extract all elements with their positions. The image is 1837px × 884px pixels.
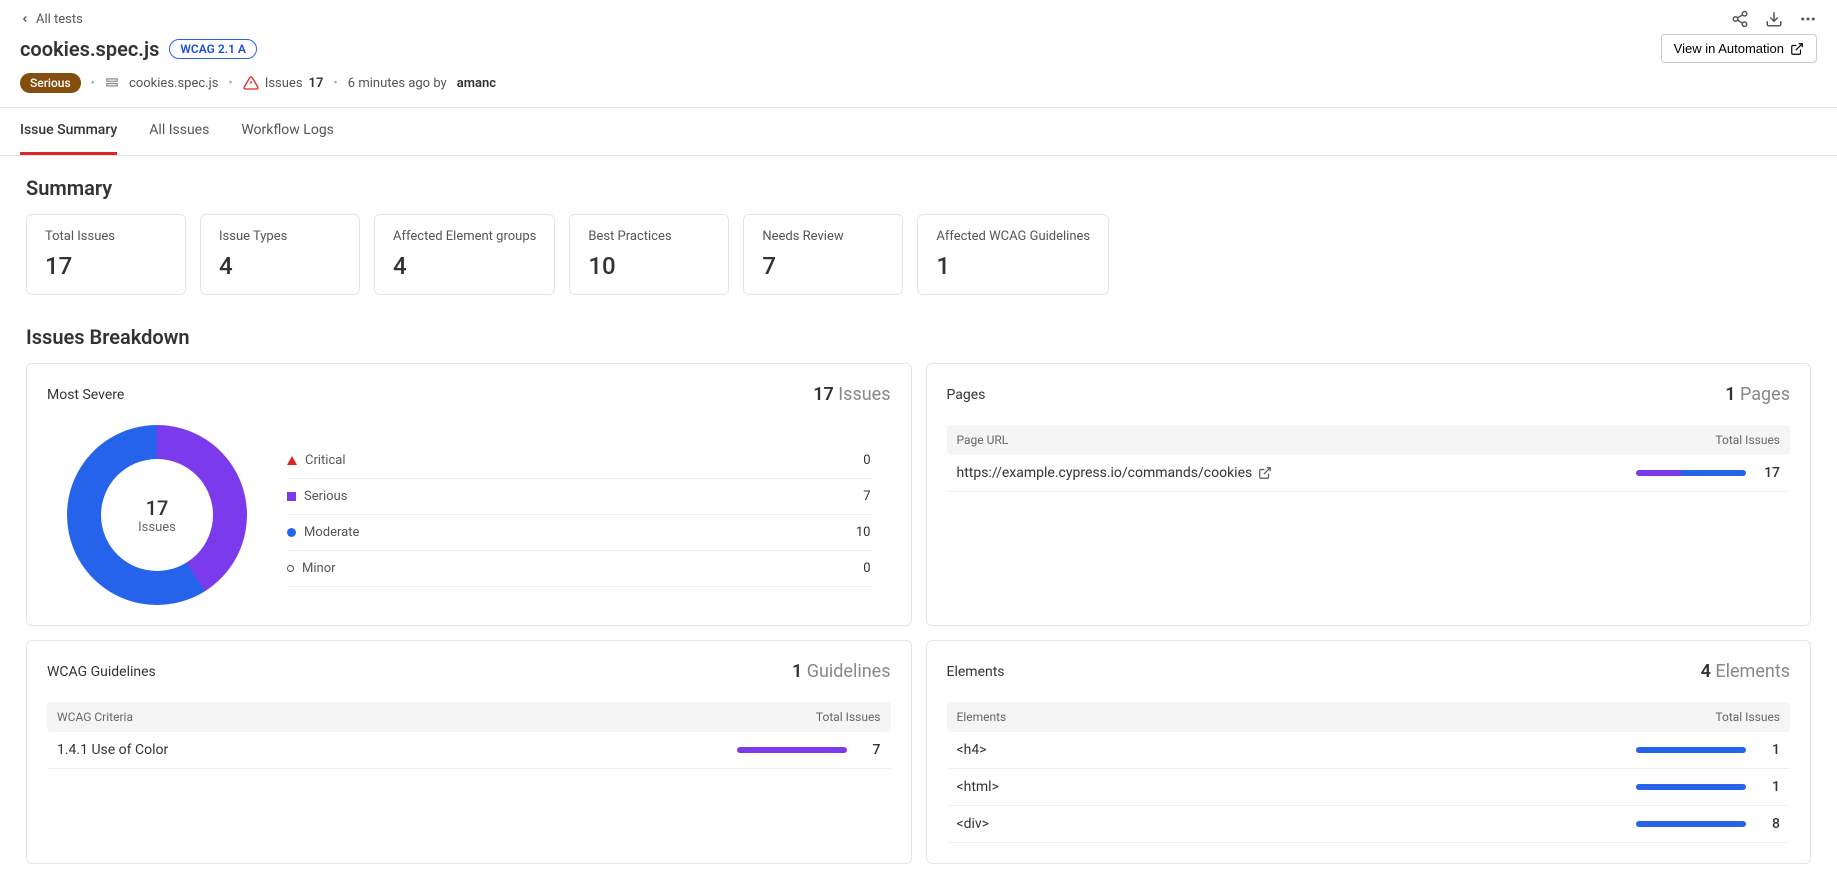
panel-elements: Elements 4 Elements Elements Total Issue… bbox=[926, 640, 1812, 864]
severity-donut-chart: 17 Issues bbox=[67, 425, 247, 605]
element-name: <h4> bbox=[957, 742, 987, 758]
row-issues-value: 1 bbox=[1760, 779, 1780, 795]
stat-total-issues: Total Issues 17 bbox=[26, 214, 186, 295]
row-issues-value: 8 bbox=[1760, 816, 1780, 832]
warning-triangle-icon bbox=[243, 75, 259, 91]
stat-value: 17 bbox=[45, 252, 167, 280]
page-title: cookies.spec.js bbox=[20, 37, 159, 61]
wcag-badge: WCAG 2.1 A bbox=[169, 39, 257, 59]
stat-label: Affected WCAG Guidelines bbox=[936, 229, 1090, 244]
stat-issue-types: Issue Types 4 bbox=[200, 214, 360, 295]
col-elements: Elements bbox=[957, 710, 1007, 724]
separator: • bbox=[228, 76, 232, 91]
issues-bar bbox=[1636, 747, 1746, 753]
view-in-automation-button[interactable]: View in Automation bbox=[1661, 34, 1817, 63]
stat-value: 1 bbox=[936, 252, 1090, 280]
summary-heading: Summary bbox=[26, 176, 1811, 200]
row-issues-value: 1 bbox=[1760, 742, 1780, 758]
stat-value: 7 bbox=[762, 252, 884, 280]
col-total-issues: Total Issues bbox=[1715, 433, 1780, 447]
panel-title: WCAG Guidelines bbox=[47, 664, 156, 680]
back-label: All tests bbox=[36, 12, 83, 27]
stat-value: 10 bbox=[588, 252, 710, 280]
issues-bar bbox=[1636, 784, 1746, 790]
row-issues-value: 7 bbox=[861, 742, 881, 758]
stat-value: 4 bbox=[219, 252, 341, 280]
issues-label: Issues bbox=[265, 76, 303, 91]
tab-workflow-logs[interactable]: Workflow Logs bbox=[241, 108, 334, 155]
share-icon[interactable] bbox=[1731, 10, 1749, 28]
stat-wcag-guidelines: Affected WCAG Guidelines 1 bbox=[917, 214, 1109, 295]
panel-count: 1 Guidelines bbox=[792, 661, 891, 682]
panel-wcag-guidelines: WCAG Guidelines 1 Guidelines WCAG Criter… bbox=[26, 640, 912, 864]
severity-badge: Serious bbox=[20, 73, 81, 93]
panel-title: Pages bbox=[947, 387, 986, 403]
issues-bar bbox=[1636, 470, 1746, 476]
download-icon[interactable] bbox=[1765, 10, 1783, 28]
col-total-issues: Total Issues bbox=[1715, 710, 1780, 724]
tab-issue-summary[interactable]: Issue Summary bbox=[20, 108, 117, 155]
separator: • bbox=[333, 76, 337, 91]
issues-bar bbox=[1636, 821, 1746, 827]
stat-label: Issue Types bbox=[219, 229, 341, 244]
legend-serious: Serious 7 bbox=[287, 479, 871, 515]
stat-best-practices: Best Practices 10 bbox=[569, 214, 729, 295]
col-page-url: Page URL bbox=[957, 433, 1009, 447]
panel-count: 17 Issues bbox=[813, 384, 890, 405]
file-icon bbox=[105, 76, 119, 90]
separator: • bbox=[91, 76, 95, 91]
stat-label: Affected Element groups bbox=[393, 229, 536, 244]
tab-all-issues[interactable]: All Issues bbox=[149, 108, 209, 155]
breakdown-heading: Issues Breakdown bbox=[26, 325, 1811, 349]
table-row[interactable]: 1.4.1 Use of Color 7 bbox=[47, 732, 891, 769]
col-total-issues: Total Issues bbox=[816, 710, 881, 724]
minor-marker-icon bbox=[287, 565, 294, 572]
page-url: https://example.cypress.io/commands/cook… bbox=[957, 465, 1253, 481]
stat-label: Needs Review bbox=[762, 229, 884, 244]
donut-center-value: 17 bbox=[146, 496, 169, 520]
element-name: <div> bbox=[957, 816, 990, 832]
critical-marker-icon bbox=[287, 456, 297, 465]
author: amanc bbox=[457, 76, 496, 91]
chevron-left-icon bbox=[20, 14, 30, 24]
back-link[interactable]: All tests bbox=[20, 12, 83, 27]
wcag-criteria: 1.4.1 Use of Color bbox=[57, 742, 168, 758]
stat-needs-review: Needs Review 7 bbox=[743, 214, 903, 295]
legend-minor: Minor 0 bbox=[287, 551, 871, 587]
legend-moderate: Moderate 10 bbox=[287, 515, 871, 551]
serious-marker-icon bbox=[287, 492, 296, 501]
panel-count: 4 Elements bbox=[1701, 661, 1790, 682]
spec-file-name: cookies.spec.js bbox=[129, 76, 218, 91]
stat-value: 4 bbox=[393, 252, 536, 280]
donut-center-label: Issues bbox=[138, 520, 176, 535]
stat-element-groups: Affected Element groups 4 bbox=[374, 214, 555, 295]
table-row[interactable]: https://example.cypress.io/commands/cook… bbox=[947, 455, 1791, 492]
panel-count: 1 Pages bbox=[1725, 384, 1790, 405]
col-wcag-criteria: WCAG Criteria bbox=[57, 710, 133, 724]
row-issues-value: 17 bbox=[1760, 465, 1780, 481]
stat-label: Best Practices bbox=[588, 229, 710, 244]
external-link-icon[interactable] bbox=[1258, 466, 1272, 480]
timestamp: 6 minutes ago by bbox=[348, 76, 447, 91]
panel-most-severe: Most Severe 17 Issues 17 Issues Critical bbox=[26, 363, 912, 626]
table-row[interactable]: <div> 8 bbox=[947, 806, 1791, 843]
view-in-automation-label: View in Automation bbox=[1674, 41, 1784, 56]
issues-bar bbox=[737, 747, 847, 753]
legend-critical: Critical 0 bbox=[287, 443, 871, 479]
panel-title: Elements bbox=[947, 664, 1005, 680]
element-name: <html> bbox=[957, 779, 999, 795]
external-link-icon bbox=[1790, 42, 1804, 56]
moderate-marker-icon bbox=[287, 528, 296, 537]
more-icon[interactable] bbox=[1799, 10, 1817, 28]
panel-pages: Pages 1 Pages Page URL Total Issues http… bbox=[926, 363, 1812, 626]
issues-count: 17 bbox=[309, 76, 324, 91]
table-row[interactable]: <html> 1 bbox=[947, 769, 1791, 806]
stat-label: Total Issues bbox=[45, 229, 167, 244]
table-row[interactable]: <h4> 1 bbox=[947, 732, 1791, 769]
panel-title: Most Severe bbox=[47, 387, 124, 403]
